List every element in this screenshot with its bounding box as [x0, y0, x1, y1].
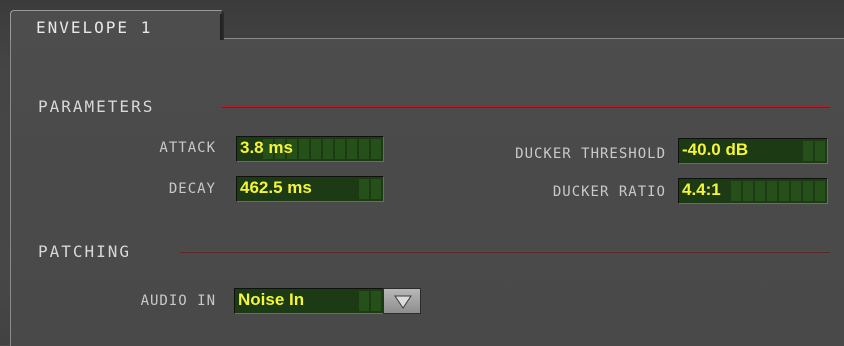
audio-in-select[interactable]: Noise In [234, 288, 384, 314]
tab-divider [220, 14, 232, 40]
patching-section-title: PATCHING [38, 242, 132, 261]
decay-label: DECAY [168, 181, 216, 197]
lcd-segments [803, 141, 825, 161]
ducker-ratio-label: DUCKER RATIO [552, 184, 666, 200]
decay-value: 462.5 ms [240, 178, 312, 197]
audio-in-label: AUDIO IN [140, 293, 216, 309]
ducker-threshold-label: DUCKER THRESHOLD [515, 146, 666, 162]
lcd-segments [359, 291, 381, 311]
decay-field[interactable]: 462.5 ms [236, 176, 384, 202]
attack-value: 3.8 ms [240, 138, 293, 157]
tab-label: ENVELOPE 1 [36, 18, 153, 37]
ducker-ratio-field[interactable]: 4.4:1 [678, 178, 828, 204]
attack-label: ATTACK [159, 140, 216, 156]
ducker-threshold-value: -40.0 dB [682, 140, 749, 159]
lcd-segments [731, 181, 825, 201]
ducker-threshold-field[interactable]: -40.0 dB [678, 138, 828, 164]
parameters-divider [222, 106, 830, 107]
lcd-segments [359, 179, 381, 199]
tab-envelope-1[interactable]: ENVELOPE 1 [10, 10, 224, 40]
parameters-section-title: PARAMETERS [38, 97, 155, 116]
audio-in-dropdown-button[interactable] [383, 288, 421, 314]
patching-divider [180, 251, 830, 252]
envelope-window: ENVELOPE 1 PARAMETERS ATTACK 3.8 ms DECA… [0, 0, 844, 346]
audio-in-value: Noise In [238, 290, 305, 309]
ducker-ratio-value: 4.4:1 [682, 180, 721, 199]
triangle-down-icon [394, 295, 412, 309]
attack-field[interactable]: 3.8 ms [236, 136, 384, 162]
